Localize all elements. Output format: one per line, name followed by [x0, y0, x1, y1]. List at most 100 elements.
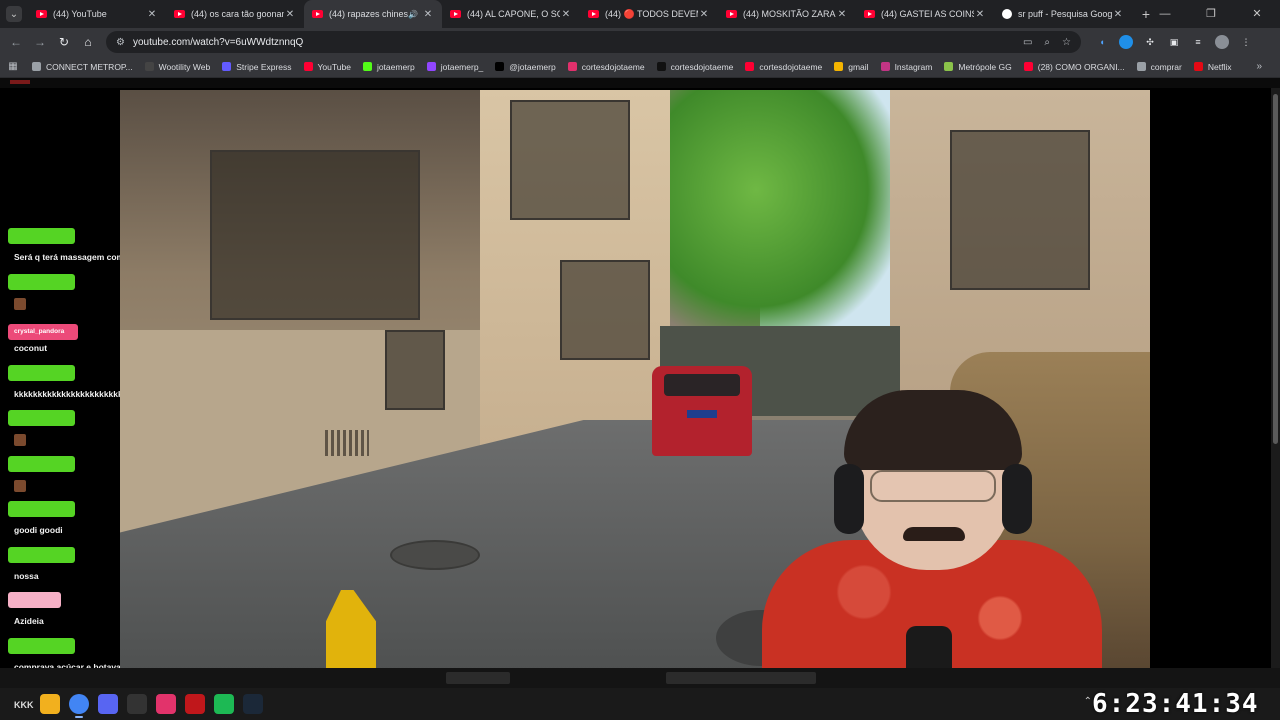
address-bar[interactable]: ⚙ youtube.com/watch?v=6uWWdtznnqQ ▭ ⌕ ☆: [106, 31, 1081, 53]
bookmark-item[interactable]: cortesdojotaeme: [651, 56, 740, 78]
obs-preview-strip: [0, 668, 1280, 688]
tray-chevron-icon[interactable]: ⌃: [1084, 696, 1092, 707]
bookmarks-overflow-icon[interactable]: »: [1256, 56, 1262, 78]
bookmark-item[interactable]: Instagram: [875, 56, 939, 78]
tab-0[interactable]: (44) YouTube ✕: [28, 0, 166, 28]
stream-top-bar: [0, 78, 1280, 88]
forward-icon[interactable]: →: [28, 35, 52, 49]
close-window-icon[interactable]: ✕: [1234, 0, 1280, 28]
tab-close-icon[interactable]: ✕: [422, 9, 434, 20]
bookmark-item[interactable]: CONNECT METROP...: [26, 56, 139, 78]
bookmark-item[interactable]: Wootility Web: [139, 56, 217, 78]
extension-icon[interactable]: [1119, 35, 1133, 49]
bookmark-item[interactable]: cortesdojotaeme: [562, 56, 651, 78]
apps-grid-icon[interactable]: ▦: [0, 61, 26, 72]
back-icon[interactable]: ←: [4, 35, 28, 49]
extensions-puzzle-icon[interactable]: ✣: [1143, 35, 1157, 49]
chat-overlay: Será q terá massagem com final? crystal_p…: [0, 88, 149, 698]
bookmark-item[interactable]: gmail: [828, 56, 874, 78]
tab-6[interactable]: (44) GASTEI AS COINS DO✕: [856, 0, 994, 28]
bookmark-star-icon[interactable]: ☆: [1062, 37, 1071, 48]
youtube-favicon-icon: [312, 10, 323, 18]
microphone-icon: [906, 626, 952, 668]
site-info-icon[interactable]: ⚙: [116, 37, 125, 48]
tab-5[interactable]: (44) MOSKITÃO ZARALHA✕: [718, 0, 856, 28]
tab-groups-icon[interactable]: ▣: [1167, 35, 1181, 49]
spotify-icon[interactable]: [214, 694, 234, 714]
video-player[interactable]: [120, 90, 1150, 668]
tab-label: (44) GASTEI AS COINS DO: [881, 9, 974, 19]
bookmark-item[interactable]: jotaemerp_: [421, 56, 490, 78]
bookmark-item[interactable]: cortesdojotaeme: [739, 56, 828, 78]
tab-7[interactable]: sr puff - Pesquisa Google ✕: [994, 0, 1132, 28]
tab-search-icon[interactable]: ⌄: [6, 6, 22, 22]
video-window-grill: [510, 100, 630, 220]
profile-avatar[interactable]: [1215, 35, 1229, 49]
cast-icon[interactable]: ▭: [1023, 37, 1032, 48]
file-explorer-icon[interactable]: [40, 694, 60, 714]
bookmark-favicon-icon: [495, 62, 505, 71]
chat-message-text: goodi goodi: [14, 525, 63, 535]
bookmark-item[interactable]: @jotaemerp: [489, 56, 561, 78]
bookmark-favicon-icon: [222, 62, 232, 71]
menu-kebab-icon[interactable]: ⋮: [1239, 35, 1253, 49]
bookmark-item[interactable]: Netflix: [1188, 56, 1238, 78]
chat-message: [8, 274, 75, 310]
tab-close-icon[interactable]: ✕: [698, 9, 710, 20]
tab-close-icon[interactable]: ✕: [284, 9, 296, 20]
chat-username-badge: crystal_pandora: [8, 324, 78, 340]
bookmark-favicon-icon: [144, 62, 154, 71]
tab-audio-icon[interactable]: 🔊: [408, 10, 418, 19]
chrome-icon[interactable]: [69, 694, 89, 718]
tab-label: (44) 🔴 TODOS DEVEM F: [605, 8, 698, 19]
bookmark-item[interactable]: YouTube: [298, 56, 357, 78]
tab-close-icon[interactable]: ✕: [836, 9, 848, 20]
obs-preview-thumb: [446, 672, 510, 684]
adobe-icon[interactable]: [156, 694, 176, 714]
tab-close-icon[interactable]: ✕: [146, 9, 158, 20]
tab-2[interactable]: (44) rapazes chineses🔊 ✕: [304, 0, 442, 28]
page-scrollbar[interactable]: [1271, 88, 1280, 668]
steam-icon[interactable]: [243, 694, 263, 714]
discord-icon[interactable]: [98, 694, 118, 714]
youtube-favicon-icon: [864, 10, 875, 18]
chat-username-badge: [8, 365, 75, 381]
tab-close-icon[interactable]: ✕: [1112, 9, 1124, 20]
bookmark-label: Wootility Web: [158, 61, 211, 72]
reload-icon[interactable]: ↻: [52, 35, 76, 49]
tab-label: (44) rapazes chineses: [329, 9, 409, 19]
bookmark-label: cortesdojotaeme: [759, 61, 823, 72]
bookmark-item[interactable]: Stripe Express: [216, 56, 297, 78]
tab-close-icon[interactable]: ✕: [560, 9, 572, 20]
extension-icon[interactable]: ◖: [1095, 35, 1109, 49]
home-icon[interactable]: ⌂: [76, 35, 100, 49]
youtube-favicon-icon: [36, 10, 47, 18]
chat-message-text: kkkkkkkkkkkkkkkkkkkkkkk: [14, 389, 123, 399]
headphone-icon: [1002, 464, 1032, 534]
youtube-favicon-icon: [726, 10, 737, 18]
chat-message: Azideia: [8, 592, 61, 626]
bookmark-item[interactable]: Metrópole GG: [938, 56, 1017, 78]
restore-icon[interactable]: ❐: [1188, 0, 1234, 28]
media-controls-icon[interactable]: ≡: [1191, 35, 1205, 49]
tab-1[interactable]: (44) os cara tão goonano ✕: [166, 0, 304, 28]
bookmark-item[interactable]: (28) COMO ORGANI...: [1018, 56, 1131, 78]
tab-close-icon[interactable]: ✕: [974, 9, 986, 20]
zoom-icon[interactable]: ⌕: [1044, 37, 1050, 48]
obs-icon[interactable]: [127, 694, 147, 714]
chat-username-badge: [8, 638, 75, 654]
chat-username-badge: [8, 228, 75, 244]
youtube-favicon-icon: [174, 10, 185, 18]
bookmark-label: cortesdojotaeme: [581, 61, 645, 72]
chat-emote-icon: [14, 298, 26, 310]
scrollbar-thumb[interactable]: [1273, 94, 1278, 444]
minimize-icon[interactable]: —: [1142, 0, 1188, 28]
bookmark-favicon-icon: [656, 62, 666, 71]
bookmark-item[interactable]: comprar: [1131, 56, 1188, 78]
chat-username-badge: [8, 592, 61, 608]
tab-3[interactable]: (44) AL CAPONE, O SCARI✕: [442, 0, 580, 28]
bookmark-item[interactable]: jotaemerp: [357, 56, 421, 78]
tab-4[interactable]: (44) 🔴 TODOS DEVEM F✕: [580, 0, 718, 28]
url-text[interactable]: youtube.com/watch?v=6uWWdtznnqQ: [133, 37, 1023, 48]
roblox-studio-icon[interactable]: [185, 694, 205, 714]
